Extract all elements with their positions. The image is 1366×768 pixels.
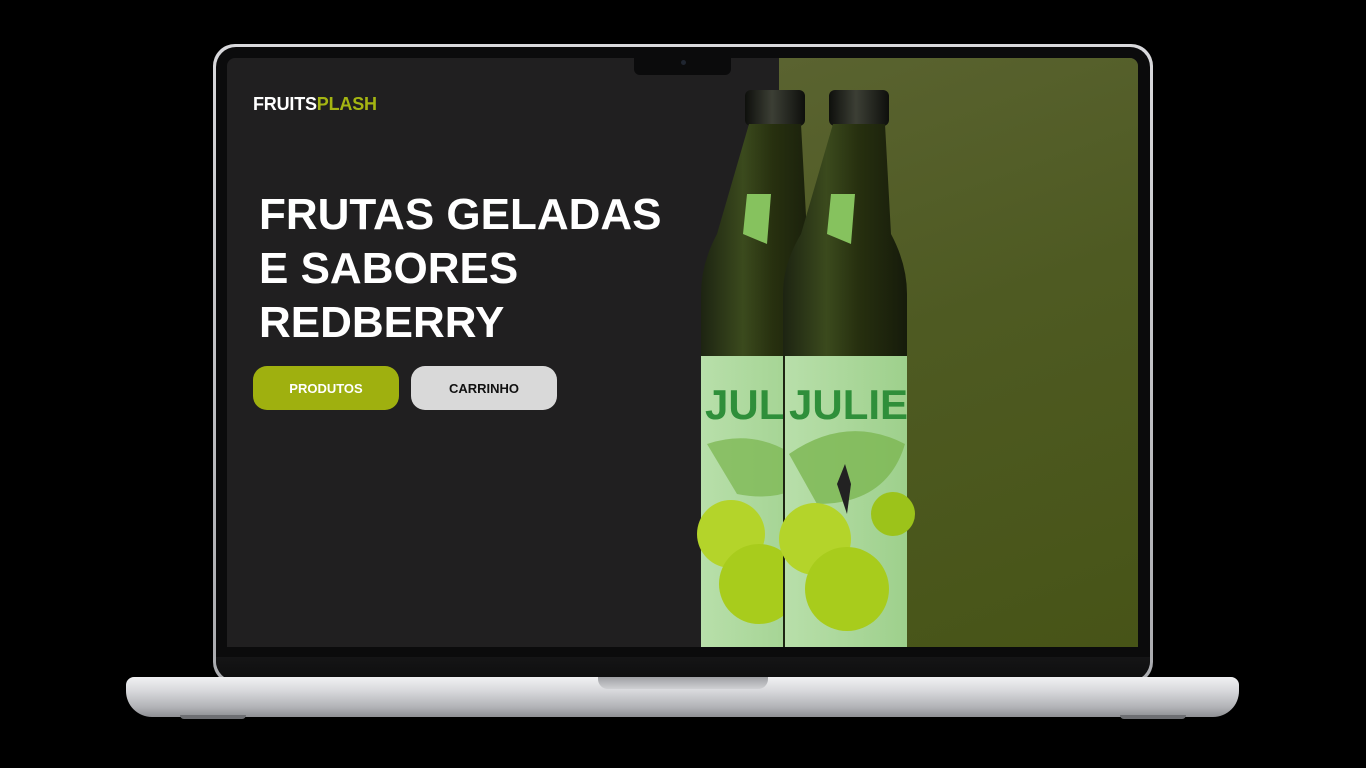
laptop-opening-notch <box>598 677 768 689</box>
laptop-foot-right <box>1120 715 1186 719</box>
camera-icon <box>681 60 686 65</box>
brand-name-first: FRUITS <box>253 94 317 114</box>
brand-name-second: PLASH <box>316 94 377 114</box>
hero-headline: FRUTAS GELADAS E SABORES REDBERRY <box>259 188 719 350</box>
hero-headline-line-3: REDBERRY <box>259 298 505 347</box>
hero-headline-line-2: E SABORES <box>259 244 519 293</box>
products-button[interactable]: PRODUTOS <box>253 366 399 410</box>
cart-button[interactable]: CARRINHO <box>411 366 557 410</box>
laptop-foot-left <box>180 715 246 719</box>
laptop-mockup: FRUITSPLASH FRUTAS GELADAS E SABORES RED… <box>0 0 1366 768</box>
laptop-screen: FRUITSPLASH FRUTAS GELADAS E SABORES RED… <box>227 58 1138 647</box>
product-bottles-image: JULIE JULIE <box>697 90 915 647</box>
hero-headline-line-1: FRUTAS GELADAS <box>259 190 662 239</box>
front-bottle-label-text: JULIE <box>789 381 908 428</box>
brand-logo[interactable]: FRUITSPLASH <box>253 94 377 115</box>
